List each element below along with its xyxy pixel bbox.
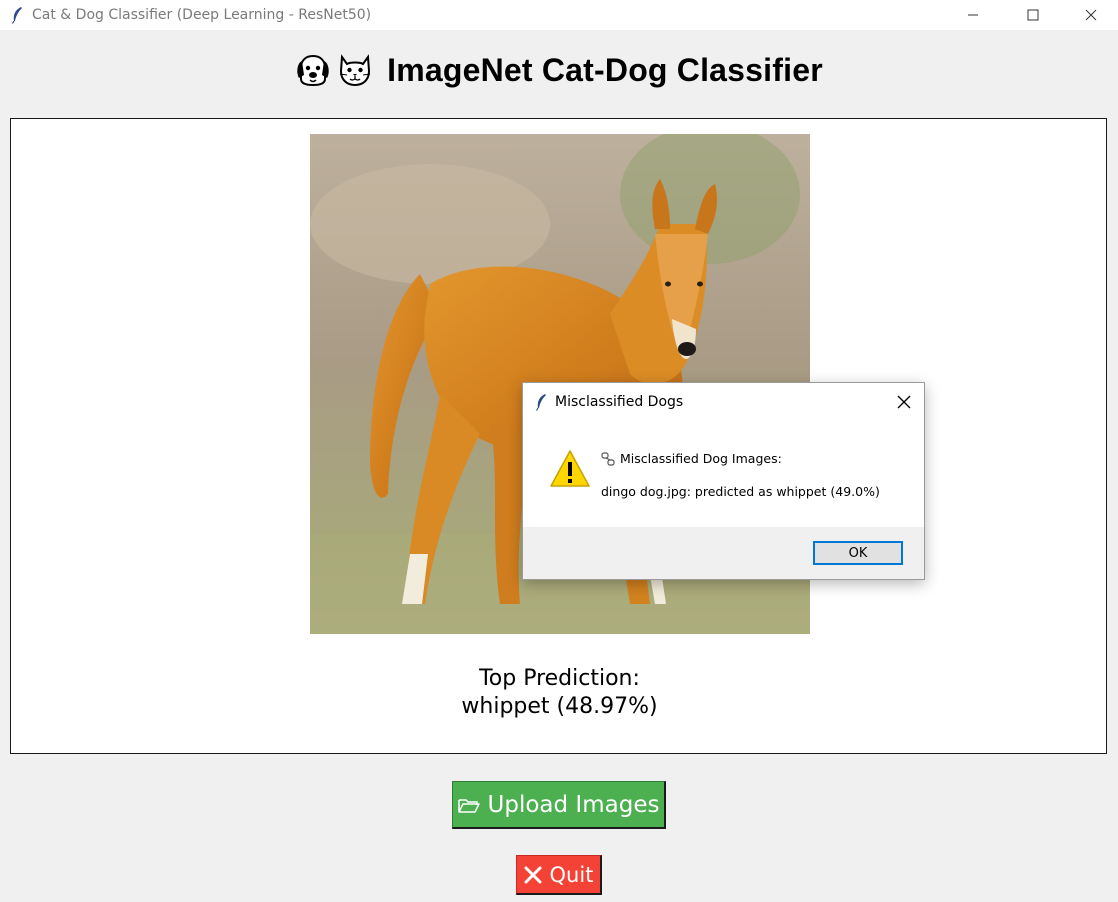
app-window: Cat & Dog Classifier (Deep Learning - Re… xyxy=(0,0,1118,902)
prediction-value: whippet (48.97%) xyxy=(461,694,658,719)
dialog-footer: OK xyxy=(523,527,924,579)
dialog-title: Misclassified Dogs xyxy=(555,394,684,410)
quit-button-label: Quit xyxy=(549,862,594,887)
close-button[interactable] xyxy=(1062,0,1118,30)
dialog-heading: Misclassified Dog Images: xyxy=(601,451,782,466)
app-heading: ImageNet Cat-Dog Classifier xyxy=(387,51,823,88)
dialog-title-bar: Misclassified Dogs xyxy=(523,383,924,421)
close-icon xyxy=(897,395,911,409)
dialog-message: dingo dog.jpg: predicted as whippet (49.… xyxy=(601,484,880,499)
feather-icon xyxy=(8,6,26,24)
folder-icon xyxy=(457,796,480,814)
window-title: Cat & Dog Classifier (Deep Learning - Re… xyxy=(32,7,372,23)
close-icon xyxy=(1085,9,1097,21)
prediction-text: Top Prediction: whippet (48.97%) xyxy=(11,665,1108,721)
dialog-heading-text: Misclassified Dog Images: xyxy=(620,451,782,466)
quit-button[interactable]: Quit xyxy=(516,855,602,895)
feather-icon xyxy=(535,393,547,411)
prediction-label: Top Prediction: xyxy=(479,666,640,691)
cat-face-icon xyxy=(337,53,373,87)
upload-images-button[interactable]: Upload Images xyxy=(452,781,666,829)
upload-button-label: Upload Images xyxy=(487,791,660,818)
cross-icon xyxy=(524,866,542,884)
minimize-icon xyxy=(968,14,978,16)
minimize-button[interactable] xyxy=(944,0,1002,30)
page-heading: ImageNet Cat-Dog Classifier xyxy=(0,48,1118,92)
title-bar: Cat & Dog Classifier (Deep Learning - Re… xyxy=(0,0,1118,30)
link-icon xyxy=(601,451,615,466)
warning-icon xyxy=(549,449,591,494)
dialog-close-button[interactable] xyxy=(892,390,916,414)
maximize-icon xyxy=(1027,9,1039,21)
dog-face-icon xyxy=(295,53,331,87)
misclassified-dialog: Misclassified Dogs Misclassified Dog Ima… xyxy=(522,382,925,580)
maximize-button[interactable] xyxy=(1004,0,1062,30)
ok-button[interactable]: OK xyxy=(813,541,903,565)
